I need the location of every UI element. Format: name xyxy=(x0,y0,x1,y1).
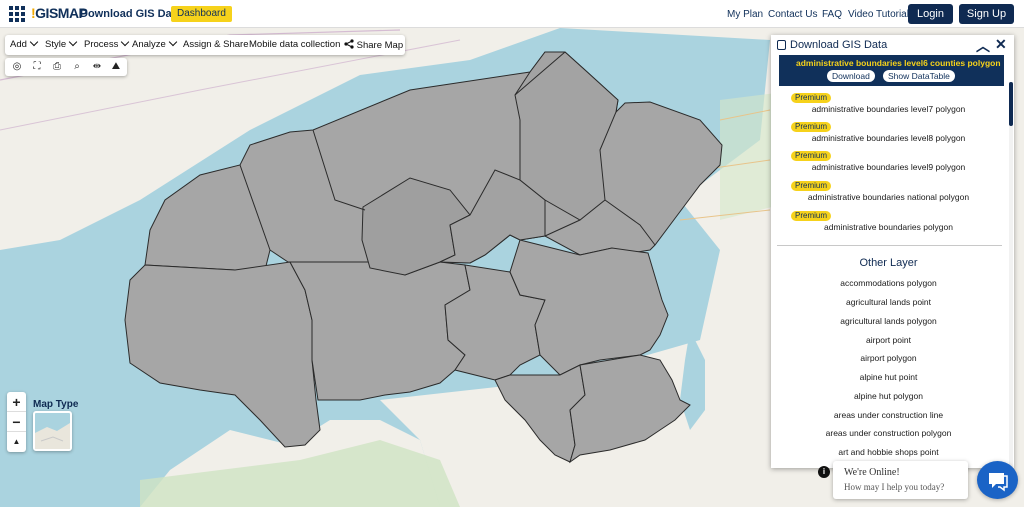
county-west xyxy=(124,261,321,448)
chevron-down-icon xyxy=(29,37,39,47)
map-tools: ◎ ⛶ ⎙ ⌕ ⇹ ⛰ xyxy=(5,58,127,76)
premium-layer-label: administrative boundaries level8 polygon xyxy=(811,133,966,143)
other-layer-item[interactable]: areas under construction polygon xyxy=(771,428,1006,438)
panel-scrollbar[interactable] xyxy=(1009,82,1013,468)
menu-style[interactable]: Style xyxy=(45,37,78,50)
map-type-label: Map Type xyxy=(33,399,79,410)
other-layer-item[interactable]: areas under construction line xyxy=(771,410,1006,420)
chevron-down-icon xyxy=(168,37,178,47)
premium-layer-item[interactable]: Premium administrative boundaries nation… xyxy=(771,181,1006,209)
signup-button[interactable]: Sign Up xyxy=(959,4,1014,24)
panel-title: Download GIS Data xyxy=(790,39,888,51)
apps-grid-icon[interactable] xyxy=(9,6,25,22)
other-layer-item[interactable]: accommodations polygon xyxy=(771,278,1006,288)
panel-header: Download GIS Data ︿ ✕ xyxy=(771,35,1014,55)
nav-contact-us[interactable]: Contact Us xyxy=(768,9,817,20)
map-type-thumbnail[interactable] xyxy=(33,411,72,451)
zoom-control: + − ▲ xyxy=(7,392,26,452)
basemap-icon[interactable]: ⛰ xyxy=(109,60,123,74)
chevron-down-icon xyxy=(121,37,130,47)
share-icon xyxy=(344,39,354,49)
close-icon[interactable]: ✕ xyxy=(995,36,1007,53)
selected-layer-card: administrative boundaries level6 countie… xyxy=(779,55,1004,86)
chevron-down-icon xyxy=(68,37,78,47)
nav-video-tutorial[interactable]: Video Tutorial xyxy=(848,9,909,20)
print-icon[interactable]: ⎙ xyxy=(50,60,64,74)
other-layer-item[interactable]: agricultural lands point xyxy=(771,297,1006,307)
menu-add[interactable]: Add xyxy=(10,37,39,50)
other-layer-heading: Other Layer xyxy=(859,257,918,269)
chat-prompt[interactable]: We're Online! How may I help you today? xyxy=(833,461,968,499)
premium-layer-label: administrative boundaries level9 polygon xyxy=(811,162,966,172)
share-map-label: Share Map xyxy=(356,40,404,51)
chat-bubble-icon xyxy=(989,473,1008,492)
menu-style-label: Style xyxy=(45,39,67,50)
menu-analyze[interactable]: Analyze xyxy=(132,37,178,50)
other-layer-item[interactable]: agricultural lands polygon xyxy=(771,316,1006,326)
north-arrow-icon[interactable]: ▲ xyxy=(7,432,26,452)
premium-badge: Premium xyxy=(791,211,832,221)
premium-badge: Premium xyxy=(791,93,832,103)
menu-process-label: Process xyxy=(84,39,119,50)
menu-add-label: Add xyxy=(10,39,27,50)
collapse-icon[interactable]: ︿ xyxy=(976,36,990,56)
top-bar: !GISMAP Download GIS Data Dashboard My P… xyxy=(0,0,1024,28)
county-southwest xyxy=(289,261,471,401)
fullscreen-icon[interactable]: ⛶ xyxy=(30,60,44,74)
download-panel: Download GIS Data ︿ ✕ administrative bou… xyxy=(771,35,1014,468)
show-datatable-button[interactable]: Show DataTable xyxy=(883,70,955,82)
premium-badge: Premium xyxy=(791,122,832,132)
pin-icon[interactable] xyxy=(777,40,786,50)
download-button[interactable]: Download xyxy=(827,70,875,82)
chat-online-text: We're Online! xyxy=(844,467,900,478)
map-thumbnail-image xyxy=(35,423,70,449)
measure-icon[interactable]: ⇹ xyxy=(90,60,104,74)
panel-scrollbar-thumb[interactable] xyxy=(1009,82,1013,126)
dashboard-button[interactable]: Dashboard xyxy=(171,6,232,22)
other-layer-item[interactable]: airport point xyxy=(771,335,1006,345)
menu-assign-share[interactable]: Assign & Share xyxy=(183,39,248,50)
gismap-logo[interactable]: !GISMAP xyxy=(31,5,88,21)
premium-layer-item[interactable]: Premium administrative boundaries level7… xyxy=(771,93,1006,121)
chat-button[interactable] xyxy=(977,461,1018,499)
app-title: Download GIS Data xyxy=(80,8,182,20)
zoom-out-button[interactable]: − xyxy=(7,412,26,432)
premium-layer-item[interactable]: Premium administrative boundaries polygo… xyxy=(771,211,1006,239)
login-button[interactable]: Login xyxy=(908,4,953,24)
share-map-button[interactable]: Share Map xyxy=(344,39,403,51)
nav-my-plan[interactable]: My Plan xyxy=(727,9,763,20)
menu-process[interactable]: Process xyxy=(84,37,130,50)
menu-mobile-data[interactable]: Mobile data collection xyxy=(249,39,340,50)
search-icon[interactable]: ⌕ xyxy=(70,60,84,74)
info-icon[interactable]: i xyxy=(818,466,830,478)
zoom-in-button[interactable]: + xyxy=(7,392,26,412)
nav-faq[interactable]: FAQ xyxy=(822,9,842,20)
other-layer-item[interactable]: airport polygon xyxy=(771,353,1006,363)
other-layer-item[interactable]: alpine hut point xyxy=(771,372,1006,382)
main-toolbar: Add Style Process Analyze Assign & Share… xyxy=(5,35,405,55)
premium-layer-label: administrative boundaries national polyg… xyxy=(807,192,970,202)
premium-layer-label: administrative boundaries polygon xyxy=(824,222,953,232)
menu-analyze-label: Analyze xyxy=(132,39,166,50)
panel-divider xyxy=(777,245,1002,246)
premium-layer-label: administrative boundaries level7 polygon xyxy=(811,104,966,114)
premium-badge: Premium xyxy=(791,181,832,191)
premium-layer-item[interactable]: Premium administrative boundaries level8… xyxy=(771,122,1006,150)
premium-badge: Premium xyxy=(791,151,832,161)
other-layer-item[interactable]: alpine hut polygon xyxy=(771,391,1006,401)
chat-help-text: How may I help you today? xyxy=(844,482,945,492)
locate-icon[interactable]: ◎ xyxy=(10,60,24,74)
other-layer-item[interactable]: art and hobbie shops point xyxy=(771,447,1006,457)
selected-layer-name: administrative boundaries level6 countie… xyxy=(796,58,1001,68)
premium-layer-item[interactable]: Premium administrative boundaries level9… xyxy=(771,151,1006,179)
